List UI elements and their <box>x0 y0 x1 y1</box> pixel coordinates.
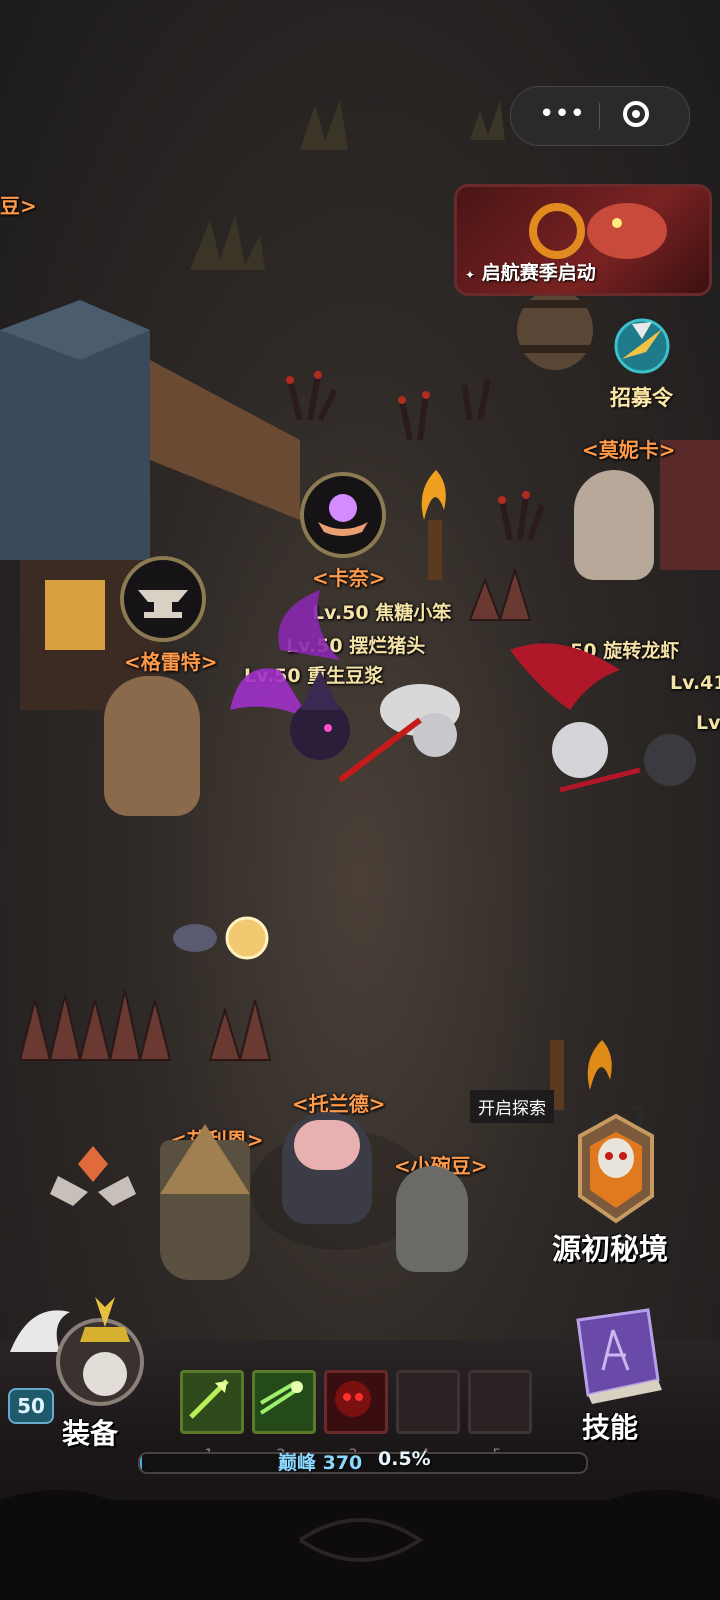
exp-bar <box>138 1452 588 1474</box>
npc-tuolande[interactable] <box>282 1112 372 1224</box>
target-circle-icon[interactable] <box>623 101 649 127</box>
waypoint-marker[interactable] <box>48 1146 138 1216</box>
npc-label-offscreen: 豆> <box>0 194 37 218</box>
equip-label: 装备 <box>62 1417 119 1450</box>
npc-label-gleite: <格雷特> <box>124 650 218 674</box>
exp-bar-fill <box>140 1454 143 1472</box>
exp-percent: 0.5% <box>378 1448 431 1470</box>
explore-label: 源初秘境 <box>552 1232 669 1266</box>
crystal-orb-hand-icon <box>318 494 368 536</box>
capsule-divider <box>599 103 600 129</box>
skill-slot-1[interactable] <box>180 1370 244 1434</box>
player-level-badge: 50 <box>8 1388 54 1424</box>
horned-skull-portal-icon <box>578 1103 654 1224</box>
spellbook-icon <box>576 1308 662 1404</box>
game-scene[interactable]: ••• ✦ 启航赛季启动 招募令 豆> <莫妮卡> <卡奈> <格雷特> <托兰… <box>0 0 720 1600</box>
skill-slot-3[interactable] <box>324 1370 388 1434</box>
mini-program-capsule: ••• <box>510 86 690 146</box>
skill-slot-2[interactable] <box>252 1370 316 1434</box>
recruit-label: 招募令 <box>610 386 673 410</box>
more-dots-icon[interactable]: ••• <box>539 101 585 127</box>
kanai-service-icon[interactable] <box>300 472 386 558</box>
npc-label-monica: <莫妮卡> <box>582 438 676 462</box>
bottom-ornament <box>0 1490 720 1600</box>
npc-gleite[interactable] <box>104 676 200 816</box>
npc-xiaowandou[interactable] <box>396 1166 468 1272</box>
demon-face-skill-icon <box>335 1381 371 1417</box>
event-art <box>529 203 667 259</box>
gleite-service-icon[interactable] <box>120 556 206 642</box>
exp-text: 巅峰 370 <box>278 1452 363 1474</box>
green-arrow-skill-icon <box>189 1379 229 1419</box>
skill-slot-4[interactable] <box>396 1370 460 1434</box>
player-group[interactable] <box>220 560 720 840</box>
anvil-icon <box>138 590 188 618</box>
npc-ailien[interactable] <box>160 1124 250 1280</box>
skill-book-button[interactable] <box>558 1300 678 1410</box>
event-banner-label: ✦ 启航赛季启动 <box>465 262 596 284</box>
compass-token-icon <box>614 318 670 374</box>
explore-tooltip: 开启探索 <box>470 1090 554 1123</box>
recruit-button[interactable] <box>612 314 672 374</box>
season-event-banner[interactable]: ✦ 启航赛季启动 <box>454 184 712 296</box>
green-burst-skill-icon <box>259 1381 303 1415</box>
skill-slot-5[interactable] <box>468 1370 532 1434</box>
skill-label: 技能 <box>582 1411 639 1444</box>
explore-portal-button[interactable] <box>570 1103 662 1226</box>
diamond-sparkle-icon: ✦ <box>465 268 476 282</box>
